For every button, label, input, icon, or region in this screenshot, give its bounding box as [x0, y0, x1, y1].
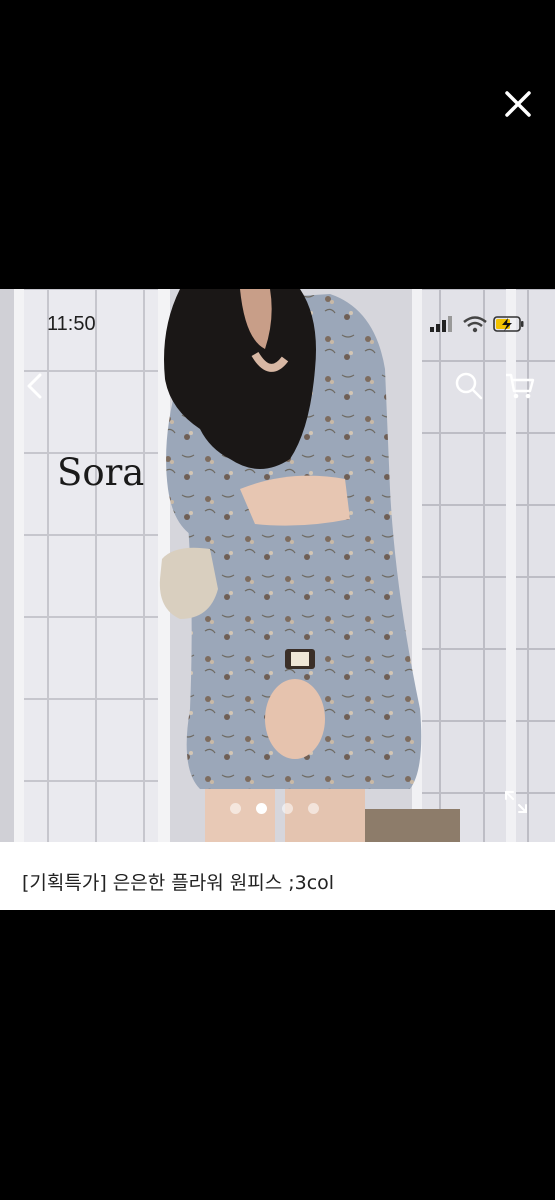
close-button[interactable]: [500, 86, 536, 122]
expand-button[interactable]: [503, 789, 529, 815]
search-icon: [455, 372, 483, 400]
product-title: [기획특가] 은은한 플라워 원피스 ;3col: [22, 872, 335, 894]
caption-bar: [기획특가] 은은한 플라워 원피스 ;3col: [0, 842, 555, 910]
battery-charging-icon: [493, 316, 524, 332]
carousel-indicator[interactable]: [230, 803, 330, 817]
image-viewer: 11:50 Sora [기획특가] 은은한 플라워 원피스 ;3col: [0, 0, 555, 1200]
carousel-dot-active[interactable]: [256, 803, 267, 814]
cart-button[interactable]: [504, 371, 536, 401]
carousel-dot[interactable]: [282, 803, 293, 814]
carousel-dot[interactable]: [230, 803, 241, 814]
brand-watermark: Sora: [57, 451, 145, 494]
wifi-icon: [463, 316, 487, 333]
expand-icon: [505, 791, 527, 813]
product-photo[interactable]: 11:50 Sora: [0, 289, 555, 842]
status-time: 11:50: [47, 313, 96, 335]
cellular-signal-icon: [430, 316, 452, 332]
status-icons: [430, 316, 524, 333]
back-button[interactable]: [22, 371, 48, 401]
close-icon: [505, 91, 531, 117]
search-button[interactable]: [454, 371, 484, 401]
cart-icon: [506, 373, 535, 399]
chevron-left-icon: [27, 373, 42, 399]
carousel-dot[interactable]: [308, 803, 319, 814]
